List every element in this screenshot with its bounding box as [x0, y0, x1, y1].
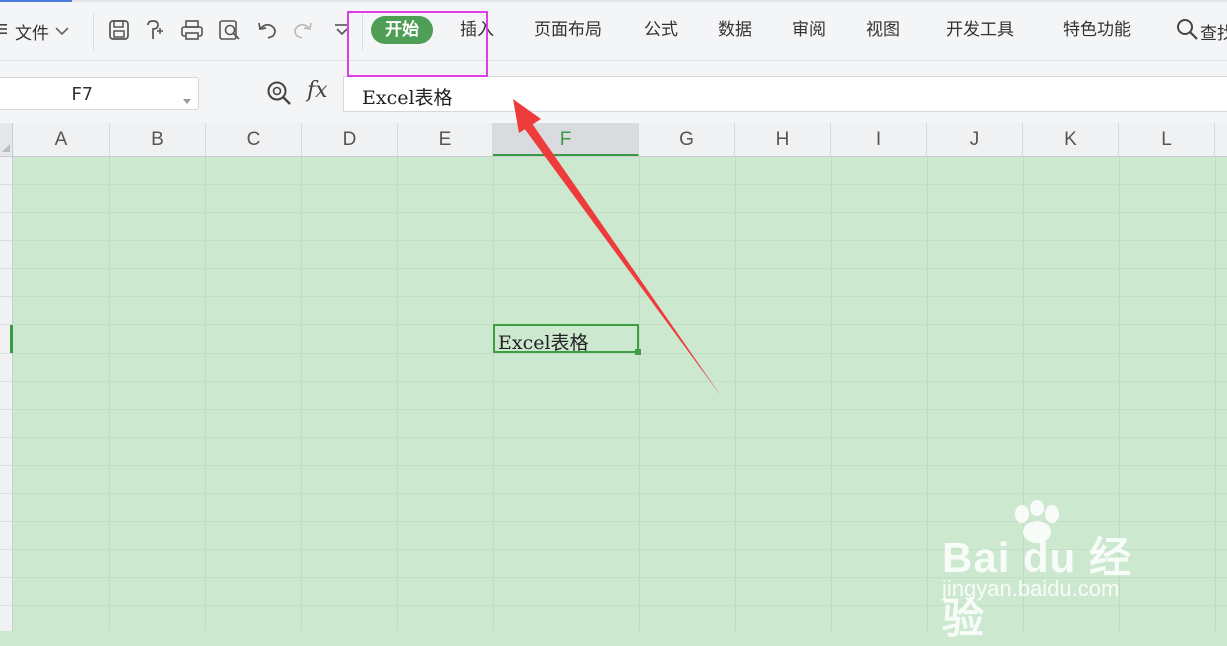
baidu-jingyan-watermark: Bai du 经验 jingyan.baidu.com	[940, 500, 1170, 642]
watermark-url: jingyan.baidu.com	[942, 576, 1120, 601]
